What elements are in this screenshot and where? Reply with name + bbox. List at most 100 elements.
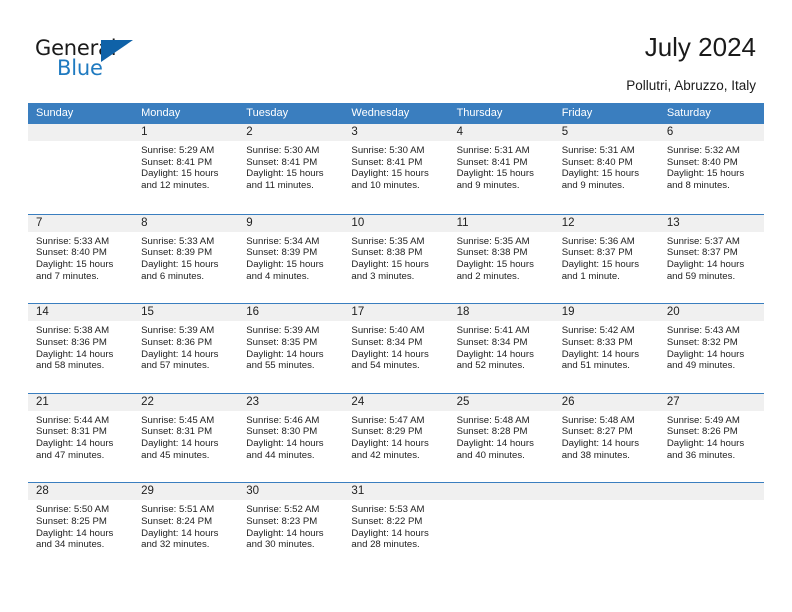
sunset-time: Sunset: 8:41 PM	[456, 156, 528, 168]
sunrise-time: Sunrise: 5:34 AM	[246, 235, 320, 247]
sunrise-time: Sunrise: 5:29 AM	[141, 145, 215, 156]
calendar-weeks: 1 Sunrise: 5:29 AM Sunset: 8:41 PM Daylight…	[28, 124, 764, 572]
day-details: Sunrise: 5:39 AM Sunset: 8:36 PM Daylight:…	[133, 321, 238, 372]
sunrise-time: Sunrise: 5:35 AM	[456, 235, 530, 247]
day-details: Sunrise: 5:51 AM Sunset: 8:24 PM Daylight:…	[133, 500, 238, 551]
calendar-day-cell[interactable]: 17 Sunrise: 5:40 AM Sunset: 8:34 PM Dayligh…	[343, 304, 449, 393]
calendar-day-cell[interactable]: 23 Sunrise: 5:46 AM Sunset: 8:30 PM Dayligh…	[238, 393, 344, 483]
day-number: 8	[133, 214, 239, 232]
daylight-line-1: Daylight: 15 hours	[36, 259, 114, 270]
day-number: 11	[448, 214, 554, 232]
sunrise-time: Sunrise: 5:48 AM	[456, 414, 530, 426]
calendar-day-cell[interactable]: 2 Sunrise: 5:30 AM Sunset: 8:41 PM Daylight…	[238, 124, 344, 214]
daylight-line-1: Daylight: 14 hours	[351, 527, 429, 539]
daylight-line-1: Daylight: 14 hours	[351, 438, 429, 450]
sunrise-time: Sunrise: 5:51 AM	[141, 504, 215, 516]
daylight-line-2: and 30 minutes.	[246, 539, 315, 551]
daylight-line-1: Daylight: 14 hours	[666, 438, 745, 450]
calendar-day-cell[interactable]: 14 Sunrise: 5:38 AM Sunset: 8:36 PM Dayligh…	[28, 304, 134, 393]
daylight-line-1: Daylight: 15 hours	[246, 168, 324, 180]
sunset-time: Sunset: 8:37 PM	[666, 247, 738, 259]
day-details: Sunrise: 5:53 AM Sunset: 8:22 PM Daylight:…	[343, 500, 448, 551]
page-subtitle-location: Pollutri, Abruzzo, Italy	[626, 78, 756, 93]
day-details: Sunrise: 5:40 AM Sunset: 8:34 PM Daylight:…	[343, 321, 448, 372]
calendar-day-cell[interactable]: 15 Sunrise: 5:39 AM Sunset: 8:36 PM Dayligh…	[133, 304, 239, 393]
calendar-day-cell[interactable]: 27 Sunrise: 5:49 AM Sunset: 8:26 PM Dayligh…	[658, 393, 764, 483]
daylight-line-2: and 55 minutes.	[246, 360, 315, 372]
day-number: 14	[28, 304, 134, 322]
calendar-day-cell[interactable]: 22 Sunrise: 5:45 AM Sunset: 8:31 PM Dayligh…	[133, 393, 239, 483]
calendar-week-row: 21 Sunrise: 5:44 AM Sunset: 8:31 PM Dayligh…	[28, 392, 764, 483]
calendar-empty-cell	[448, 483, 554, 572]
daylight-line-2: and 42 minutes.	[351, 449, 420, 461]
calendar-day-cell[interactable]: 28 Sunrise: 5:50 AM Sunset: 8:25 PM Dayligh…	[28, 483, 134, 572]
calendar-empty-cell	[28, 124, 134, 214]
calendar-day-cell[interactable]: 21 Sunrise: 5:44 AM Sunset: 8:31 PM Dayligh…	[28, 393, 134, 483]
weekday-header-wednesday: Wednesday	[351, 107, 410, 119]
calendar-day-cell[interactable]: 31 Sunrise: 5:53 AM Sunset: 8:22 PM Dayligh…	[343, 483, 449, 572]
calendar-day-cell[interactable]: 10 Sunrise: 5:35 AM Sunset: 8:38 PM Dayligh…	[343, 214, 449, 304]
sunset-time: Sunset: 8:25 PM	[36, 516, 107, 528]
sunset-time: Sunset: 8:24 PM	[141, 516, 213, 528]
sunrise-time: Sunrise: 5:33 AM	[36, 235, 110, 247]
daylight-line-1: Daylight: 14 hours	[141, 438, 219, 450]
calendar-day-cell[interactable]: 3 Sunrise: 5:30 AM Sunset: 8:41 PM Daylight…	[343, 124, 449, 214]
day-number: 5	[553, 124, 659, 141]
calendar-day-cell[interactable]: 7 Sunrise: 5:33 AM Sunset: 8:40 PM Daylight…	[28, 214, 134, 304]
sunset-time: Sunset: 8:40 PM	[561, 156, 633, 168]
day-number: 4	[448, 124, 554, 141]
calendar-day-cell[interactable]: 19 Sunrise: 5:42 AM Sunset: 8:33 PM Dayligh…	[553, 304, 659, 393]
calendar-day-cell[interactable]: 5 Sunrise: 5:31 AM Sunset: 8:40 PM Daylight…	[553, 124, 659, 214]
daylight-line-2: and 6 minutes.	[141, 270, 205, 282]
calendar-day-cell[interactable]: 26 Sunrise: 5:48 AM Sunset: 8:27 PM Dayligh…	[553, 393, 659, 483]
sunrise-time: Sunrise: 5:43 AM	[666, 325, 740, 337]
daylight-line-1: Daylight: 14 hours	[36, 348, 114, 360]
calendar-day-cell[interactable]: 11 Sunrise: 5:35 AM Sunset: 8:38 PM Dayligh…	[448, 214, 554, 304]
calendar-day-cell[interactable]: 9 Sunrise: 5:34 AM Sunset: 8:39 PM Daylight…	[238, 214, 344, 304]
daylight-line-1: Daylight: 14 hours	[246, 527, 324, 539]
day-details: Sunrise: 5:35 AM Sunset: 8:38 PM Daylight:…	[343, 232, 448, 283]
calendar-day-cell[interactable]: 12 Sunrise: 5:36 AM Sunset: 8:37 PM Dayligh…	[553, 214, 659, 304]
day-number: 16	[238, 304, 344, 322]
calendar-day-cell[interactable]: 25 Sunrise: 5:48 AM Sunset: 8:28 PM Dayligh…	[448, 393, 554, 483]
calendar-day-cell[interactable]: 20 Sunrise: 5:43 AM Sunset: 8:32 PM Dayligh…	[658, 304, 764, 393]
daylight-line-1: Daylight: 15 hours	[246, 259, 324, 270]
daylight-line-2: and 47 minutes.	[36, 449, 105, 461]
daylight-line-2: and 49 minutes.	[666, 360, 736, 372]
calendar-day-cell[interactable]: 6 Sunrise: 5:32 AM Sunset: 8:40 PM Daylight…	[658, 124, 764, 214]
daylight-line-1: Daylight: 14 hours	[351, 348, 429, 360]
calendar-day-cell[interactable]: 24 Sunrise: 5:47 AM Sunset: 8:29 PM Dayligh…	[343, 393, 449, 483]
sunrise-time: Sunrise: 5:39 AM	[141, 325, 215, 337]
calendar-day-cell[interactable]: 1 Sunrise: 5:29 AM Sunset: 8:41 PM Daylight…	[133, 124, 239, 214]
general-blue-logo[interactable]: General Blue	[35, 36, 155, 84]
day-details: Sunrise: 5:30 AM Sunset: 8:41 PM Daylight:…	[238, 141, 343, 192]
calendar-day-cell[interactable]: 16 Sunrise: 5:39 AM Sunset: 8:35 PM Dayligh…	[238, 304, 344, 393]
weekday-header-row: Sunday Monday Tuesday Wednesday Thursday Frid…	[28, 103, 764, 124]
sunset-time: Sunset: 8:37 PM	[561, 247, 633, 259]
calendar-day-cell[interactable]: 29 Sunrise: 5:51 AM Sunset: 8:24 PM Dayligh…	[133, 483, 239, 572]
day-details: Sunrise: 5:47 AM Sunset: 8:29 PM Daylight:…	[343, 411, 448, 462]
day-details: Sunrise: 5:48 AM Sunset: 8:28 PM Daylight:…	[449, 411, 554, 462]
sunrise-time: Sunrise: 5:41 AM	[456, 325, 530, 337]
sunrise-time: Sunrise: 5:50 AM	[36, 504, 110, 516]
day-number: 31	[343, 483, 449, 501]
day-number: 2	[238, 124, 344, 141]
calendar-day-cell[interactable]: 4 Sunrise: 5:31 AM Sunset: 8:41 PM Daylight…	[448, 124, 554, 214]
day-details: Sunrise: 5:45 AM Sunset: 8:31 PM Daylight:…	[133, 411, 238, 462]
day-number: 6	[658, 124, 764, 141]
daylight-line-1: Daylight: 14 hours	[246, 348, 324, 360]
daylight-line-2: and 9 minutes.	[561, 180, 625, 192]
daylight-line-1: Daylight: 14 hours	[456, 438, 534, 450]
day-number	[553, 483, 659, 501]
daylight-line-2: and 59 minutes.	[666, 270, 736, 282]
calendar-day-cell[interactable]: 30 Sunrise: 5:52 AM Sunset: 8:23 PM Dayligh…	[238, 483, 344, 572]
day-number	[658, 483, 764, 501]
calendar-day-cell[interactable]: 13 Sunrise: 5:37 AM Sunset: 8:37 PM Dayligh…	[658, 214, 764, 304]
daylight-line-2: and 12 minutes.	[141, 180, 210, 192]
sunset-time: Sunset: 8:36 PM	[36, 336, 107, 348]
calendar-empty-cell	[658, 483, 764, 572]
calendar-day-cell[interactable]: 8 Sunrise: 5:33 AM Sunset: 8:39 PM Daylight…	[133, 214, 239, 304]
calendar-day-cell[interactable]: 18 Sunrise: 5:41 AM Sunset: 8:34 PM Dayligh…	[448, 304, 554, 393]
day-number: 28	[28, 483, 134, 501]
sunset-time: Sunset: 8:40 PM	[36, 247, 107, 259]
